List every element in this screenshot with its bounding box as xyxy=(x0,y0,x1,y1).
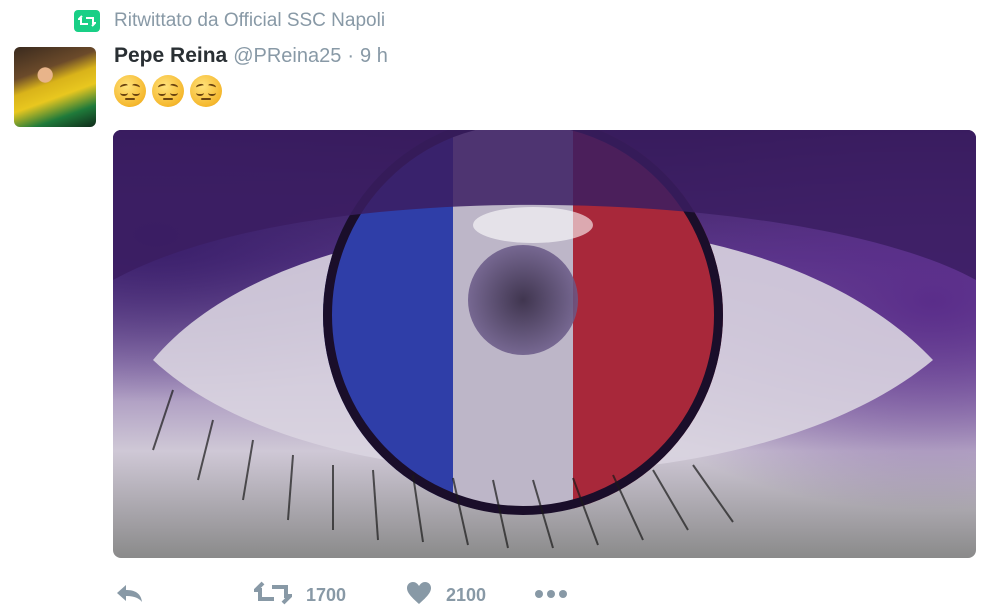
eye-with-french-flag-image xyxy=(113,130,976,549)
separator: · xyxy=(347,45,355,67)
reply-button[interactable] xyxy=(114,582,254,609)
retweet-button[interactable]: 1700 xyxy=(251,581,406,610)
like-count: 2100 xyxy=(446,584,487,605)
like-button[interactable]: 2100 xyxy=(406,581,534,610)
retweet-context: Ritwittato da Official SSC Napoli xyxy=(74,8,385,34)
tweet-media-image[interactable] xyxy=(113,130,976,558)
more-dots-icon xyxy=(534,586,568,604)
tweet-header: Pepe Reina @PReina25 · 9 h xyxy=(114,44,388,68)
retweet-label[interactable]: Ritwittato da Official SSC Napoli xyxy=(114,10,385,32)
retweet-icon xyxy=(74,10,100,32)
more-button[interactable] xyxy=(534,586,568,604)
retweet-icon xyxy=(251,581,295,610)
tweet-text xyxy=(114,75,222,107)
author-name[interactable]: Pepe Reina xyxy=(114,44,227,68)
author-handle[interactable]: @PReina25 xyxy=(233,45,341,68)
pensive-face-emoji xyxy=(114,75,146,107)
pensive-face-emoji xyxy=(152,75,184,107)
avatar[interactable] xyxy=(14,47,96,127)
tweet-time[interactable]: 9 h xyxy=(360,45,388,68)
reply-icon xyxy=(114,582,144,609)
pensive-face-emoji xyxy=(190,75,222,107)
heart-icon xyxy=(406,581,432,610)
tweet-actions: 1700 2100 xyxy=(114,577,568,613)
retweet-count: 1700 xyxy=(306,584,347,605)
